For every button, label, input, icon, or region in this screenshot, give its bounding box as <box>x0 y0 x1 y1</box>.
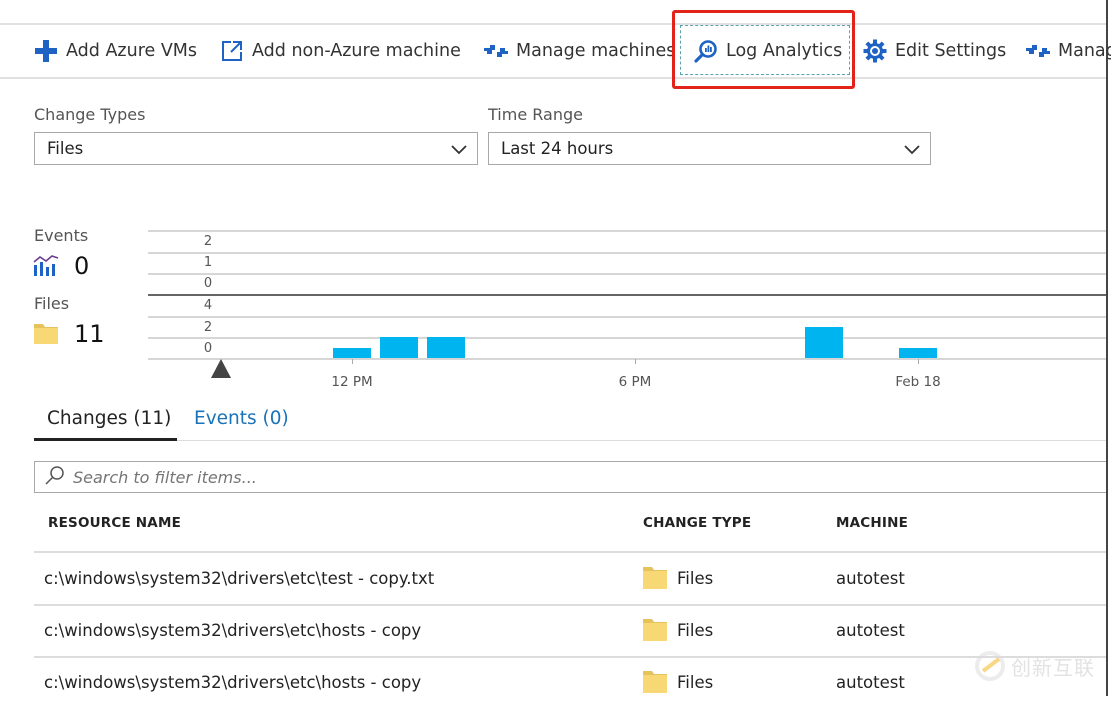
folder-icon <box>643 567 667 593</box>
resource-name-cell: c:\windows\system32\drivers\etc\test - c… <box>44 569 435 588</box>
edit-settings-label: Edit Settings <box>895 41 1007 61</box>
files-stat-label: Files <box>34 294 70 313</box>
add-non-azure-machine-button[interactable]: Add non-Azure machine <box>220 25 461 77</box>
chart-divider <box>148 294 1106 296</box>
x-tick-mark <box>352 359 353 364</box>
events-stat-value: 0 <box>74 252 90 280</box>
chart-bar[interactable] <box>899 347 937 358</box>
resource-name-cell: c:\windows\system32\drivers\etc\hosts - … <box>44 621 422 640</box>
resource-name-cell: c:\windows\system32\drivers\etc\hosts - … <box>44 673 422 692</box>
change-type-cell: Files <box>677 673 714 692</box>
column-header-machine[interactable]: MACHINE <box>836 515 908 531</box>
gridline <box>148 316 1106 318</box>
machine-cell: autotest <box>836 673 905 692</box>
manage-button[interactable]: Manag <box>1026 25 1111 77</box>
gridline <box>148 337 1106 339</box>
folder-icon <box>643 671 667 697</box>
watermark: 创新互联 <box>975 650 1105 682</box>
files-ytick: 2 <box>203 320 213 335</box>
chart-bar[interactable] <box>380 337 419 358</box>
search-icon <box>45 465 65 489</box>
edit-settings-button[interactable]: Edit Settings <box>863 25 1006 77</box>
events-stat-label: Events <box>34 226 89 245</box>
chart-bar[interactable] <box>333 347 371 358</box>
gridline <box>148 273 1106 275</box>
change-types-label: Change Types <box>34 105 146 124</box>
files-stat-value: 11 <box>74 320 105 348</box>
table-row[interactable]: c:\windows\system32\drivers\etc\hosts - … <box>34 606 1106 658</box>
time-range-dropdown[interactable]: Last 24 hours <box>488 132 931 165</box>
x-tick-label: Feb 18 <box>895 374 941 390</box>
time-slider-handle[interactable] <box>211 359 231 382</box>
manage-label: Manag <box>1058 41 1111 61</box>
change-type-cell: Files <box>677 621 714 640</box>
tab-divider <box>34 440 1106 441</box>
events-ytick: 0 <box>203 276 213 291</box>
folder-icon <box>34 324 58 348</box>
search-input[interactable] <box>71 466 975 488</box>
chart-bar[interactable] <box>804 326 843 358</box>
add-azure-vms-button[interactable]: Add Azure VMs <box>34 25 197 77</box>
command-bar: Add Azure VMs Add non-Azure machine Mana… <box>0 23 1111 79</box>
add-azure-vms-label: Add Azure VMs <box>66 41 198 61</box>
x-axis-line <box>148 358 1106 360</box>
manage-machines-button[interactable]: Manage machines <box>484 25 675 77</box>
events-chart-icon <box>33 254 59 280</box>
column-header-change-type[interactable]: CHANGE TYPE <box>643 515 751 531</box>
machine-cell: autotest <box>836 621 905 640</box>
events-ytick: 2 <box>203 234 213 249</box>
watermark-text: 创新互联 <box>1011 655 1095 680</box>
add-non-azure-machine-label: Add non-Azure machine <box>252 41 461 61</box>
x-tick-mark <box>918 359 919 364</box>
column-header-resource-name[interactable]: RESOURCE NAME <box>48 515 181 531</box>
gridline <box>148 230 1106 232</box>
change-types-value: Files <box>47 139 84 158</box>
x-tick-label: 12 PM <box>331 374 373 390</box>
window-edge <box>1106 0 1108 696</box>
gridline <box>148 252 1106 254</box>
manage-machines-icon <box>484 39 508 63</box>
chart-bar[interactable] <box>427 337 466 358</box>
table-row[interactable]: c:\windows\system32\drivers\etc\test - c… <box>34 553 1106 605</box>
folder-icon <box>643 619 667 645</box>
change-type-cell: Files <box>677 569 714 588</box>
search-box[interactable] <box>34 461 1106 493</box>
highlight-annotation <box>672 10 855 89</box>
files-ytick: 0 <box>203 341 213 356</box>
files-ytick: 4 <box>203 298 213 313</box>
x-tick-mark <box>635 359 636 364</box>
chevron-down-icon <box>451 141 467 161</box>
tab-changes[interactable]: Changes (11) <box>47 408 171 429</box>
tab-events[interactable]: Events (0) <box>194 408 289 429</box>
time-range-value: Last 24 hours <box>501 139 614 158</box>
time-range-label: Time Range <box>488 105 583 124</box>
events-ytick: 1 <box>203 255 213 270</box>
table-row[interactable]: c:\windows\system32\drivers\etc\hosts - … <box>34 658 1106 710</box>
x-tick-label: 6 PM <box>618 374 652 390</box>
watermark-logo-icon <box>975 651 1005 681</box>
plus-icon <box>34 39 58 63</box>
manage-machines-label: Manage machines <box>516 41 676 61</box>
machine-cell: autotest <box>836 569 905 588</box>
active-tab-indicator <box>34 438 177 441</box>
gear-icon <box>863 39 887 63</box>
chevron-down-icon <box>904 141 920 161</box>
external-link-icon <box>220 39 244 63</box>
change-types-dropdown[interactable]: Files <box>34 132 478 165</box>
manage-icon <box>1026 39 1050 63</box>
